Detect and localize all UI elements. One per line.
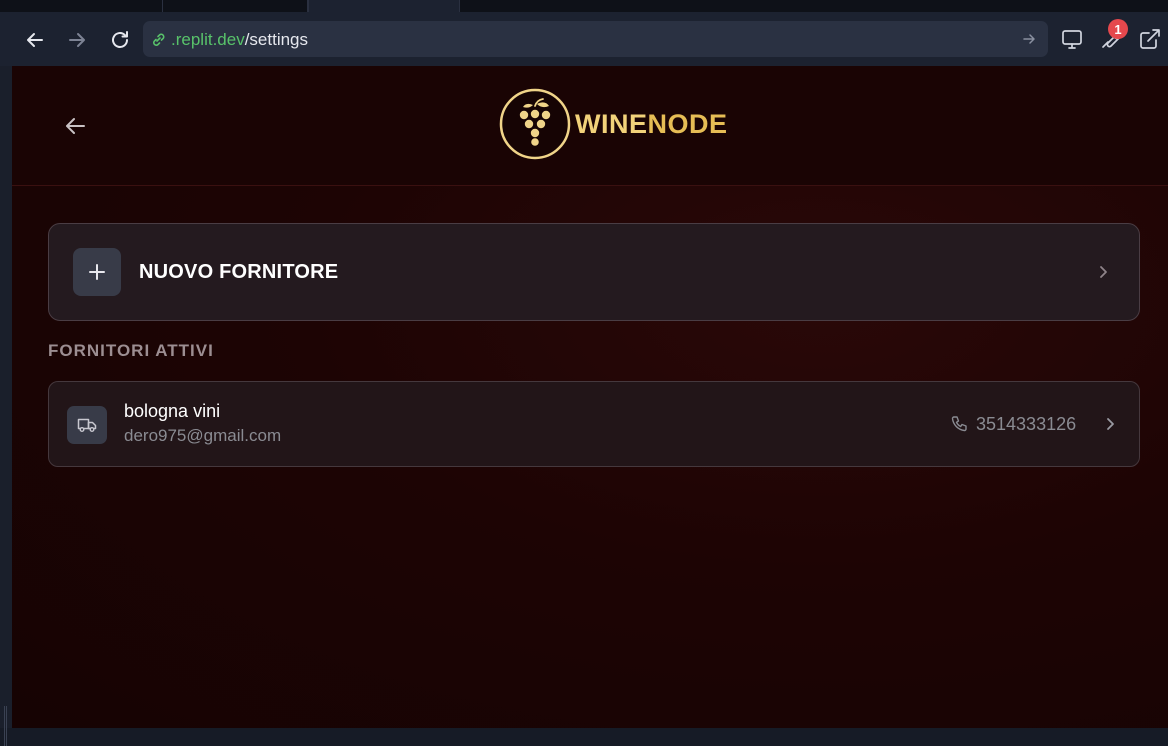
new-supplier-label: NUOVO FORNITORE <box>139 261 339 283</box>
truck-icon <box>77 418 97 432</box>
back-button[interactable] <box>63 114 87 143</box>
supplier-name: bologna vini <box>124 401 221 421</box>
reload-icon <box>112 31 128 48</box>
truck-box <box>67 406 107 444</box>
forward-arrow-icon <box>69 33 85 47</box>
new-supplier-button[interactable]: NUOVO FORNITORE <box>48 223 1140 321</box>
link-icon <box>153 33 165 46</box>
go-arrow-icon[interactable] <box>1022 32 1036 46</box>
phone-icon <box>951 416 967 432</box>
browser-forward-button[interactable] <box>64 27 90 53</box>
wine-node-logo: WINENODE <box>499 88 728 160</box>
app-viewport: WINENODE NUOVO FORNITORE FORNITORI ATTIV… <box>12 66 1168 728</box>
resize-handle[interactable] <box>4 706 7 746</box>
supplier-list-item[interactable]: bologna vini dero975@gmail.com 351433312… <box>48 381 1140 467</box>
browser-tab-strip <box>0 0 1168 12</box>
chevron-right-icon <box>1100 266 1107 278</box>
chevron-right-icon <box>1107 418 1114 430</box>
logo-text-node: NODE <box>647 108 728 139</box>
devices-button[interactable] <box>1060 27 1084 56</box>
grape-logo-icon <box>499 88 571 160</box>
plus-box <box>73 248 121 296</box>
logo-text-wine: WINE <box>575 108 648 139</box>
browser-tab[interactable] <box>162 0 308 12</box>
notification-badge: 1 <box>1108 19 1128 39</box>
url-path: /settings <box>244 30 309 49</box>
back-arrow-icon <box>27 33 43 47</box>
url-domain: .replit.dev <box>171 30 245 49</box>
logo-text: WINENODE <box>575 109 728 140</box>
address-bar[interactable]: .replit.dev/settings <box>143 21 1048 57</box>
browser-toolbar: .replit.dev/settings 1 <box>0 12 1168 66</box>
external-link-icon <box>1140 29 1160 49</box>
supplier-email: dero975@gmail.com <box>124 426 282 445</box>
open-external-button[interactable] <box>1138 27 1162 56</box>
app-header: WINENODE <box>12 66 1168 186</box>
browser-reload-button[interactable] <box>107 27 133 53</box>
plus-icon <box>89 264 105 280</box>
left-panel-rail <box>0 66 12 746</box>
back-arrow-icon <box>66 118 85 134</box>
browser-back-button[interactable] <box>22 27 48 53</box>
section-title: FORNITORI ATTIVI <box>48 341 214 360</box>
supplier-phone: 3514333126 <box>976 414 1077 434</box>
url-text: .replit.dev/settings <box>171 30 308 50</box>
browser-tab-active[interactable] <box>308 0 460 12</box>
monitor-icon <box>1062 30 1082 49</box>
